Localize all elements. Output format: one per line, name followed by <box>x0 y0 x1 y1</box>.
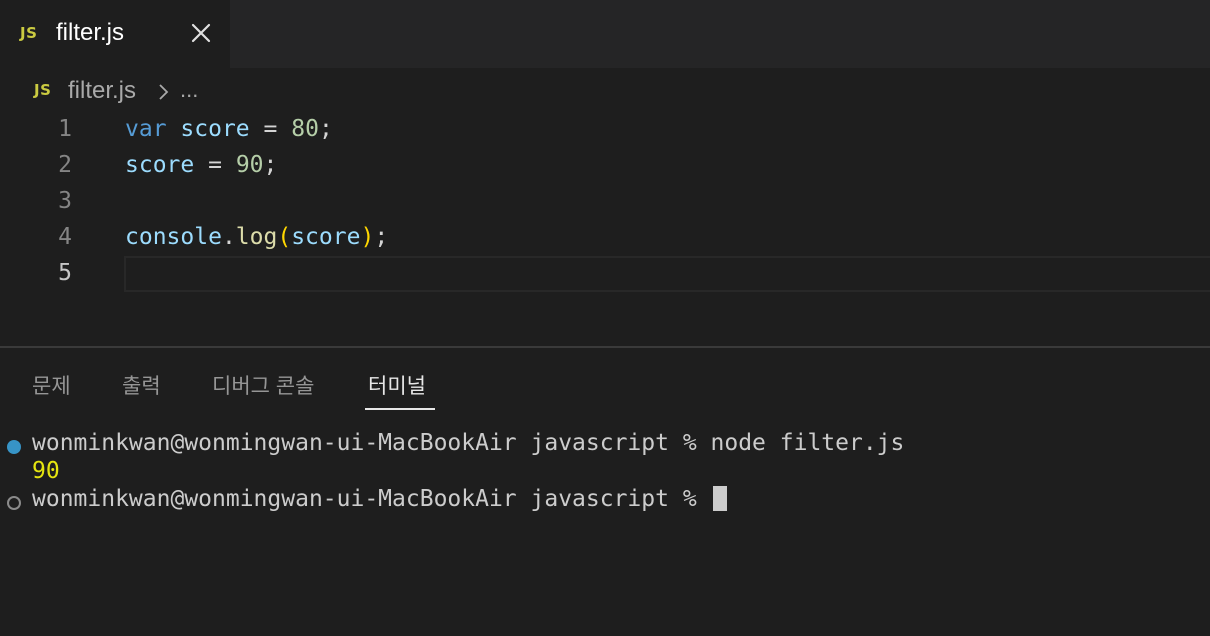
line-number: 4 <box>58 224 72 250</box>
number-token: 90 <box>235 152 264 178</box>
line-number: 5 <box>58 260 72 286</box>
line-number: 1 <box>58 116 72 142</box>
operator-token: = <box>263 116 278 142</box>
tab-problems[interactable]: 문제 <box>32 370 71 400</box>
breadcrumb-file[interactable]: filter.js <box>68 77 136 105</box>
active-tab-indicator <box>365 408 435 410</box>
number-token: 80 <box>291 116 319 142</box>
terminal-prompt: wonminkwan@wonmingwan-ui-MacBookAir java… <box>32 430 711 456</box>
operator-token: = <box>208 152 222 178</box>
code-line[interactable]: 1 var score = 80; <box>0 112 1210 148</box>
line-number: 2 <box>58 152 72 178</box>
code-text: score = 90; <box>125 152 277 178</box>
code-line[interactable]: 2 score = 90; <box>0 148 1210 184</box>
tab-terminal[interactable]: 터미널 <box>368 370 426 400</box>
javascript-file-icon: JS <box>20 24 38 42</box>
keyword-token: var <box>125 116 167 142</box>
breadcrumb-symbols[interactable]: ... <box>180 77 198 103</box>
terminal-prompt: wonminkwan@wonmingwan-ui-MacBookAir java… <box>32 486 711 512</box>
code-text: console.log(score); <box>125 224 388 250</box>
semicolon-token: ; <box>263 152 278 178</box>
code-line[interactable]: 3 <box>0 184 1210 220</box>
bracket-token: ) <box>360 224 375 250</box>
terminal-cursor <box>712 486 727 511</box>
javascript-file-icon: JS <box>34 81 52 99</box>
command-success-dot-icon[interactable] <box>7 440 21 454</box>
dot-token: . <box>221 224 236 250</box>
bracket-token: ( <box>277 224 292 250</box>
terminal-output: 90 <box>32 458 60 484</box>
close-icon[interactable] <box>188 20 214 46</box>
variable-token: score <box>180 116 250 142</box>
chevron-right-icon <box>156 82 172 102</box>
command-pending-dot-icon[interactable] <box>7 496 21 510</box>
code-line[interactable]: 5 <box>0 256 1210 292</box>
tab-debug-console[interactable]: 디버그 콘솔 <box>212 370 314 400</box>
code-editor[interactable]: 1 var score = 80; 2 score = 90; 3 4 cons… <box>0 112 1210 346</box>
object-token: console <box>125 224 222 250</box>
semicolon-token: ; <box>374 224 389 250</box>
code-text: var score = 80; <box>125 116 333 142</box>
function-token: log <box>235 224 278 250</box>
tab-label: filter.js <box>56 19 125 46</box>
variable-token: score <box>291 224 361 250</box>
tab-filter-js[interactable]: JS filter.js <box>0 0 230 68</box>
terminal-line: wonminkwan@wonmingwan-ui-MacBookAir java… <box>32 486 727 512</box>
terminal-command: node filter.js <box>710 430 905 456</box>
variable-token: score <box>125 152 195 178</box>
code-line[interactable]: 4 console.log(score); <box>0 220 1210 256</box>
breadcrumb: JS filter.js ... <box>0 68 1210 112</box>
terminal-line: wonminkwan@wonmingwan-ui-MacBookAir java… <box>32 430 904 456</box>
editor-tab-bar: JS filter.js <box>0 0 1210 68</box>
tab-output[interactable]: 출력 <box>122 370 161 400</box>
line-number: 3 <box>58 188 72 214</box>
bottom-panel: 문제 출력 디버그 콘솔 터미널 wonminkwan@wonmingwan-u… <box>0 346 1210 636</box>
semicolon-token: ; <box>318 116 333 142</box>
